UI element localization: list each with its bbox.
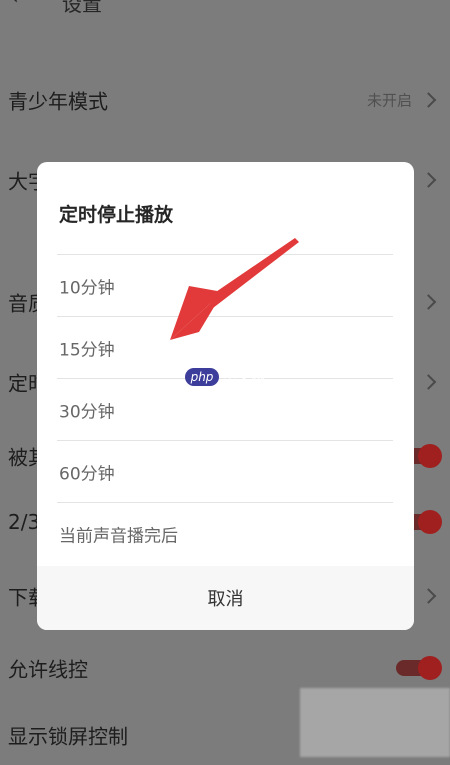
- option-label: 60分钟: [59, 464, 115, 484]
- chevron-right-icon: [420, 294, 437, 310]
- page-title: 设置: [62, 0, 102, 16]
- option-label: 30分钟: [59, 402, 115, 422]
- row-label: 允许线控: [8, 657, 88, 682]
- chevron-right-icon: [420, 92, 437, 108]
- toggle-switch[interactable]: [396, 656, 442, 680]
- option-label: 15分钟: [59, 340, 115, 360]
- toggle-knob: [418, 444, 442, 468]
- settings-row-teen-mode[interactable]: 青少年模式 未开启: [0, 70, 450, 130]
- annotation-arrow: [170, 238, 299, 340]
- option-60-min[interactable]: 60分钟: [57, 440, 393, 502]
- row-value: 未开启: [366, 91, 412, 110]
- top-bar: ‹ 设置: [0, 0, 450, 24]
- timer-dialog: 定时停止播放 10分钟 15分钟 30分钟 60分钟 当前声音播完后 取消: [37, 162, 414, 630]
- dialog-title: 定时停止播放: [59, 204, 174, 226]
- row-label: 青少年模式: [8, 89, 108, 114]
- watermark-logo: php 中文网: [185, 367, 267, 389]
- option-label: 10分钟: [59, 278, 115, 298]
- row-label: 显示锁屏控制: [8, 724, 128, 749]
- watermark-badge: php: [185, 368, 219, 386]
- toggle-knob: [418, 510, 442, 534]
- option-after-current[interactable]: 当前声音播完后: [57, 502, 393, 564]
- option-label: 当前声音播完后: [59, 526, 178, 546]
- back-icon[interactable]: ‹: [10, 0, 30, 10]
- chevron-right-icon: [420, 374, 437, 390]
- cancel-button[interactable]: 取消: [37, 566, 414, 630]
- cancel-label: 取消: [207, 589, 244, 610]
- chevron-right-icon: [420, 172, 437, 188]
- watermark-text: 中文网: [223, 369, 265, 385]
- blurred-corner: [300, 688, 450, 757]
- arrow-shaft: [207, 238, 299, 308]
- row-label: 2/3: [8, 510, 41, 534]
- toggle-knob: [418, 656, 442, 680]
- chevron-right-icon: [420, 588, 437, 604]
